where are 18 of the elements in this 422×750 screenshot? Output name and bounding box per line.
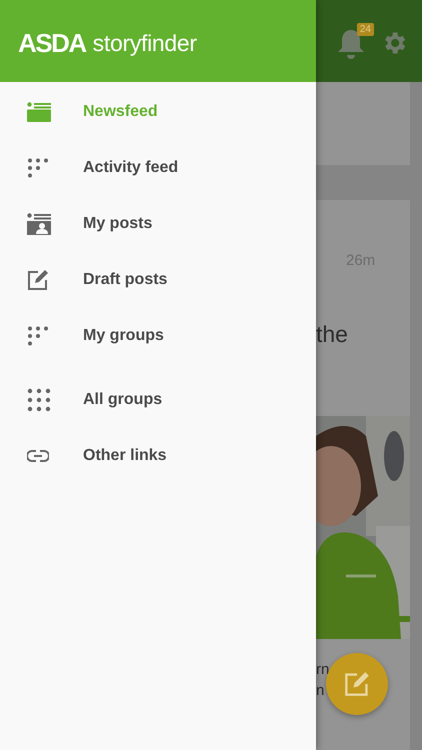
menu-item[interactable]: Other links — [0, 428, 316, 484]
dots-icon — [27, 326, 49, 346]
profile-card-icon — [27, 213, 51, 235]
brand-logo: ASDA — [18, 28, 86, 58]
menu-item[interactable]: All groups — [0, 372, 316, 428]
newsfeed-icon — [27, 102, 51, 122]
link-icon — [27, 450, 49, 462]
notification-badge: 24 — [356, 23, 374, 36]
edit-icon — [27, 269, 49, 291]
edit-icon — [344, 671, 370, 697]
menu-item[interactable]: Activity feed — [0, 140, 316, 196]
dots-icon — [27, 158, 49, 178]
menu-item[interactable]: My groups — [0, 308, 316, 364]
post-title: the — [316, 321, 349, 348]
grid-icon — [27, 388, 51, 412]
menu-item[interactable]: My posts — [0, 196, 316, 252]
app-name: storyfinder — [92, 30, 197, 56]
menu-item[interactable]: Draft posts — [0, 252, 316, 308]
